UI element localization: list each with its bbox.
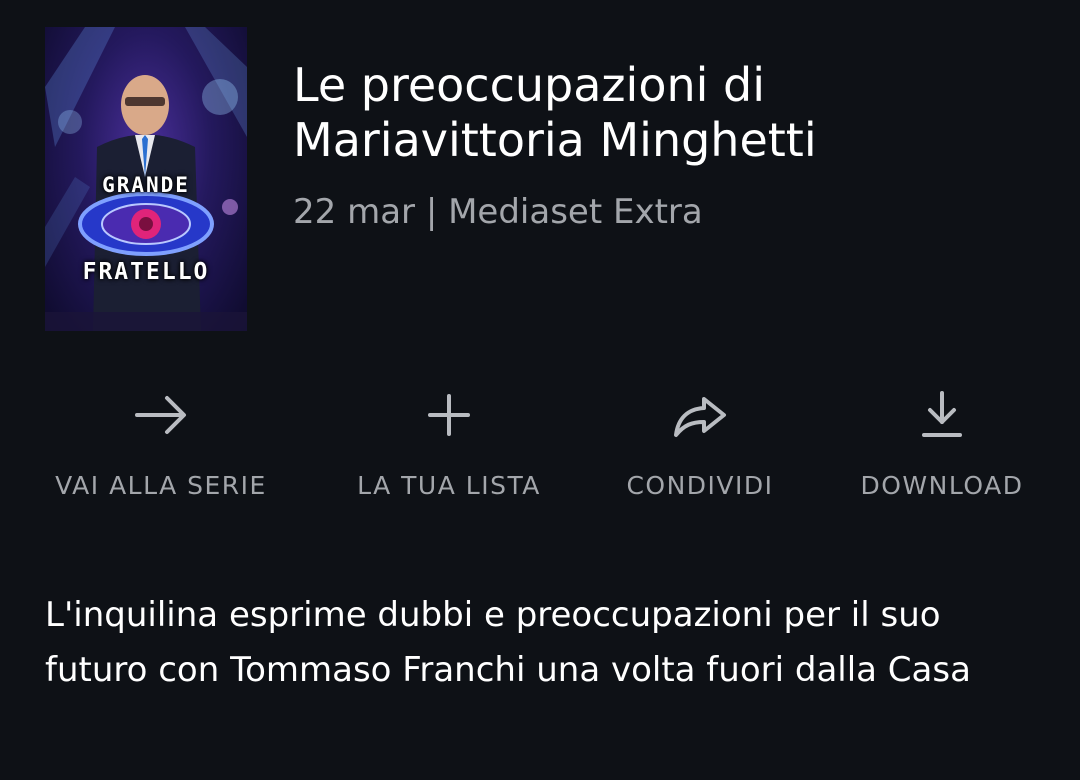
- plus-icon: [428, 394, 470, 436]
- share-icon: [674, 397, 726, 437]
- my-list-button[interactable]: LA TUA LISTA: [319, 385, 579, 515]
- arrow-right-icon: [135, 396, 186, 434]
- episode-description: L'inquilina esprime dubbi e preoccupazio…: [45, 595, 971, 690]
- share-button[interactable]: CONDIVIDI: [570, 385, 830, 515]
- show-poster: GRANDE FRATELLO: [45, 27, 247, 331]
- poster-logo-text-top: GRANDE: [102, 173, 190, 197]
- episode-meta: 22 mar | Mediaset Extra: [293, 192, 703, 232]
- share-label: CONDIVIDI: [626, 471, 774, 500]
- go-to-series-label: VAI ALLA SERIE: [55, 471, 267, 500]
- episode-title: Le preoccupazioni di Mariavittoria Mingh…: [293, 58, 817, 167]
- action-bar: VAI ALLA SERIE LA TUA LISTA CONDIVIDI DO…: [0, 385, 1080, 515]
- go-to-series-button[interactable]: VAI ALLA SERIE: [31, 385, 291, 515]
- download-icon: [922, 391, 962, 437]
- my-list-label: LA TUA LISTA: [357, 471, 541, 500]
- download-button[interactable]: DOWNLOAD: [812, 385, 1072, 515]
- download-label: DOWNLOAD: [860, 471, 1024, 500]
- poster-logo-text-bottom: FRATELLO: [82, 259, 210, 285]
